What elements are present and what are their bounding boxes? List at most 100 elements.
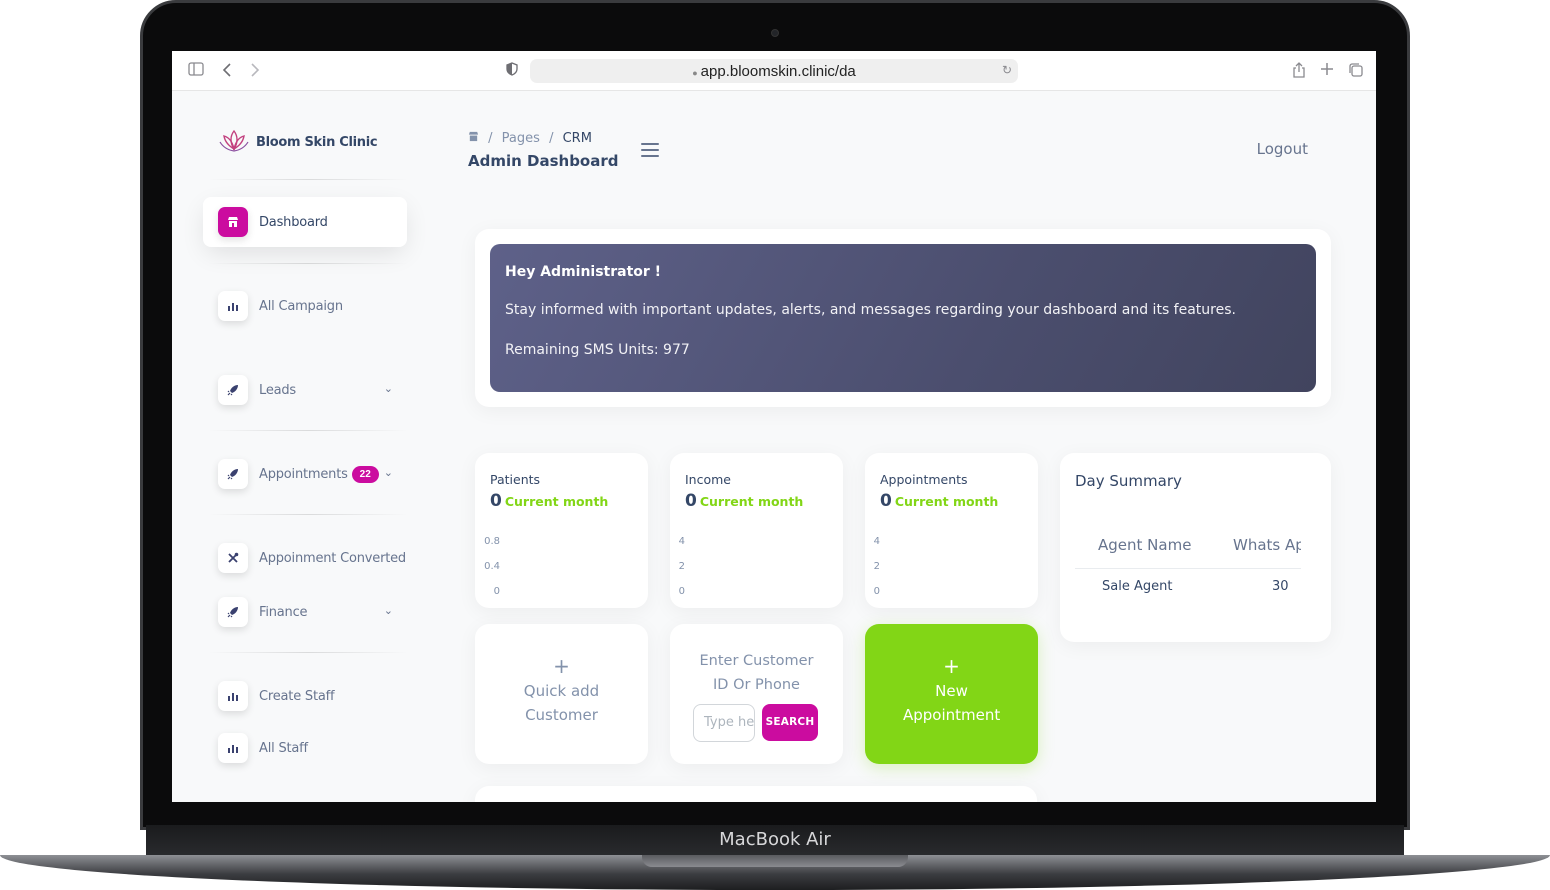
table-header-agent-name: Agent Name [1098, 536, 1192, 554]
share-icon[interactable] [1292, 62, 1306, 83]
sidebar-item-appointments[interactable]: Appointments 22 ⌄ [203, 449, 407, 499]
back-icon[interactable] [222, 62, 232, 83]
table-cell-agent: Sale Agent [1102, 579, 1173, 594]
rocket-icon [218, 459, 248, 489]
stat-value: 0 Current month [880, 491, 998, 511]
chart-tick-label: 0.8 [484, 536, 500, 547]
laptop-notch [642, 855, 908, 867]
rocket-icon [218, 597, 248, 627]
app-root: Bloom Skin Clinic Dashboard All Campaign [172, 91, 1376, 802]
sidebar-divider [208, 514, 408, 515]
sidebar-divider [208, 179, 408, 180]
stat-value: 0 Current month [685, 491, 803, 511]
sidebar-item-create-staff[interactable]: Create Staff [203, 671, 407, 721]
chart-tick-label: 4 [678, 536, 685, 547]
sidebar-item-label: Finance [259, 604, 308, 620]
sidebar-item-label: All Campaign [259, 298, 343, 314]
sidebar-item-finance[interactable]: Finance ⌄ [203, 587, 407, 637]
camera-icon [771, 29, 779, 37]
brand[interactable]: Bloom Skin Clinic [218, 127, 378, 157]
stat-card-patients: Patients 0 Current month 0.8 0.4 0 [475, 453, 648, 608]
device-model-label: MacBook Air [719, 829, 831, 850]
sidebar-item-label: Appoinment Converted [259, 550, 406, 566]
stat-number: 0 [490, 491, 502, 511]
chevron-down-icon[interactable]: ⌄ [384, 382, 393, 395]
sms-units: Remaining SMS Units: 977 [505, 342, 690, 358]
content-card [475, 786, 1037, 802]
chart-icon [218, 733, 248, 763]
logout-link[interactable]: Logout [1257, 140, 1308, 158]
customer-search-input[interactable]: Type here... [693, 704, 755, 742]
chart-tick-label: 0.4 [484, 561, 500, 572]
sidebar-item-all-staff[interactable]: All Staff [203, 723, 407, 773]
sidebar-item-appoinment-converted[interactable]: Appoinment Converted [203, 533, 407, 583]
forward-icon[interactable] [250, 62, 260, 83]
stat-card-income: Income 0 Current month 4 2 0 [670, 453, 843, 608]
new-tab-icon[interactable] [1320, 62, 1334, 81]
stat-subtext: Current month [504, 494, 609, 509]
sidebar-item-label: Create Staff [259, 688, 335, 704]
welcome-card: Hey Administrator ! Stay informed with i… [475, 229, 1331, 407]
stat-value: 0 Current month [490, 491, 608, 511]
screen: ● app.bloomskin.clinic/da ↻ Bloom Skin Cl… [172, 51, 1376, 802]
url-text: app.bloomskin.clinic/da [700, 63, 856, 80]
sidebar-divider [208, 652, 408, 653]
sidebar-item-label: Leads [259, 382, 297, 398]
shield-icon[interactable] [506, 62, 518, 81]
search-button[interactable]: SEARCH [762, 704, 818, 741]
hamburger-menu-icon[interactable] [641, 143, 659, 161]
welcome-message: Stay informed with important updates, al… [505, 302, 1236, 318]
sidebar-divider [208, 263, 408, 264]
stat-subtext: Current month [699, 494, 804, 509]
day-summary-card: Day Summary Agent Name Whats App Sale Ag… [1060, 453, 1331, 642]
sidebar-item-label: Appointments [259, 466, 348, 482]
sidebar-divider [208, 430, 408, 431]
chart-icon [218, 681, 248, 711]
tabs-icon[interactable] [1348, 62, 1364, 83]
quick-add-customer-button[interactable]: + Quick add Customer [475, 624, 648, 764]
breadcrumb-pages-link[interactable]: Pages [502, 131, 540, 146]
chart-tick-label: 4 [873, 536, 880, 547]
address-bar[interactable]: ● app.bloomskin.clinic/da ↻ [530, 59, 1018, 83]
page-title: Admin Dashboard [468, 152, 619, 170]
sidebar-item-all-campaign[interactable]: All Campaign [203, 281, 407, 331]
lotus-logo-icon [219, 129, 249, 152]
customer-search-card: Enter Customer ID Or Phone Type here... … [670, 624, 843, 764]
sidebar: Bloom Skin Clinic Dashboard All Campaign [190, 91, 420, 802]
plus-icon: + [553, 654, 570, 678]
reload-icon[interactable]: ↻ [1002, 63, 1012, 77]
breadcrumb-separator: / [488, 131, 493, 146]
appointments-count-badge: 22 [351, 465, 379, 483]
new-appointment-label: New Appointment [903, 682, 1001, 724]
table-cell-value: 30 [1272, 579, 1289, 594]
sidebar-item-label: Dashboard [259, 214, 328, 230]
tools-icon [218, 543, 248, 573]
table-header-whats-app: Whats App [1233, 536, 1301, 554]
day-summary-title: Day Summary [1075, 472, 1182, 490]
shop-icon [218, 207, 248, 237]
sidebar-item-dashboard[interactable]: Dashboard [203, 197, 407, 247]
new-appointment-button[interactable]: + New Appointment [865, 624, 1038, 764]
chart-tick-label: 2 [678, 561, 685, 572]
chart-tick-label: 0 [873, 586, 880, 597]
sidebar-toggle-icon[interactable] [188, 62, 204, 81]
chart-tick-label: 0 [493, 586, 500, 597]
breadcrumb-separator: / [549, 131, 554, 146]
breadcrumb: / Pages / CRM [468, 131, 592, 146]
chart-tick-label: 0 [678, 586, 685, 597]
sidebar-item-label: All Staff [259, 740, 308, 756]
breadcrumb-current: CRM [562, 131, 592, 146]
stat-card-appointments: Appointments 0 Current month 4 2 0 [865, 453, 1038, 608]
stat-number: 0 [685, 491, 697, 511]
shop-icon[interactable] [468, 131, 483, 146]
table-divider [1075, 568, 1301, 569]
stat-subtext: Current month [894, 494, 999, 509]
sidebar-item-leads[interactable]: Leads ⌄ [203, 365, 407, 415]
chevron-down-icon[interactable]: ⌄ [384, 466, 393, 479]
stat-number: 0 [880, 491, 892, 511]
stat-label: Income [685, 472, 731, 487]
quick-add-label: Quick add Customer [523, 682, 600, 724]
search-title: Enter Customer ID Or Phone [699, 653, 814, 693]
chevron-down-icon[interactable]: ⌄ [384, 604, 393, 617]
brand-name: Bloom Skin Clinic [256, 134, 378, 150]
